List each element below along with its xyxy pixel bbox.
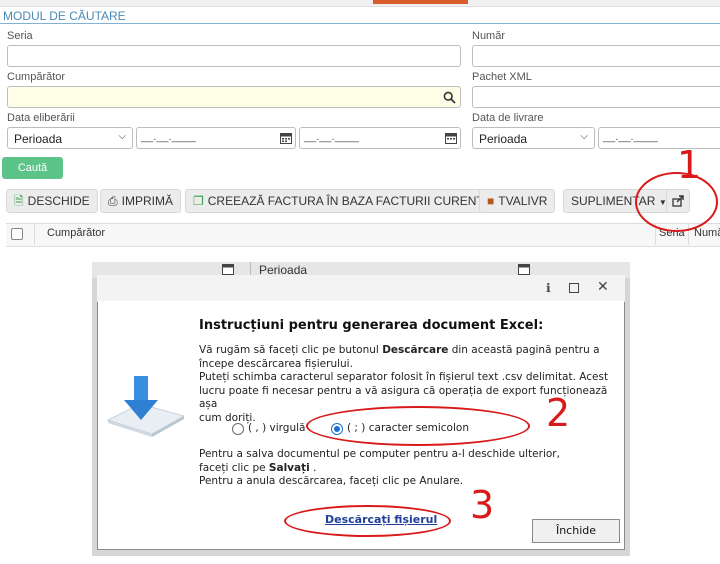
table-header — [6, 223, 720, 247]
excel-download-icon — [106, 376, 186, 437]
dialog-paragraph-3: Pentru a salva documentul pe computer pe… — [199, 448, 609, 489]
column-cumparator[interactable]: Cumpărător — [47, 227, 105, 239]
date-to-input[interactable]: __.__.____ — [299, 127, 461, 149]
top-bar — [0, 0, 720, 7]
column-numar[interactable]: Numă — [694, 227, 720, 239]
radio-comma[interactable] — [232, 423, 244, 435]
dialog-title: Instrucțiuni pentru generarea document E… — [199, 318, 544, 333]
deschide-button[interactable]: 🗎 DESCHIDE — [6, 189, 98, 213]
search-button[interactable]: Caută — [2, 157, 63, 179]
tvalivr-button[interactable]: ■ TVALIVR — [479, 189, 556, 213]
p3-text-1: Pentru a salva documentul pe computer pe… — [199, 448, 560, 460]
seria-input[interactable] — [7, 45, 461, 67]
date-from-placeholder: __.__.____ — [141, 131, 197, 143]
pachet-input[interactable] — [472, 86, 720, 108]
active-tab-indicator — [373, 0, 468, 4]
deschide-label: DESCHIDE — [27, 194, 90, 208]
column-divider — [34, 223, 35, 245]
p3-text-2: faceți clic pe — [199, 461, 269, 474]
chevron-down-icon: ⌵ — [118, 131, 126, 142]
close-icon[interactable]: ✕ — [597, 279, 609, 295]
numar-label: Număr — [472, 30, 506, 42]
p1-text-end: din această pagină pentru a — [448, 344, 600, 356]
radio-comma-label[interactable]: ( , ) virgulă — [248, 422, 305, 434]
pachet-label: Pachet XML — [472, 71, 532, 83]
chevron-down-icon: ⌵ — [580, 131, 588, 142]
perioada-value: Perioada — [14, 132, 63, 146]
p1-text-2: începe descărcarea fișierului. — [199, 357, 353, 370]
search-icon[interactable] — [443, 91, 456, 104]
cumparator-label: Cumpărător — [7, 71, 66, 83]
truck-icon: ■ — [487, 194, 495, 208]
perioada-select[interactable]: Perioada ⌵ — [7, 127, 133, 149]
select-all-checkbox[interactable] — [11, 228, 23, 240]
annotation-number-3: 3 — [470, 483, 495, 527]
livrare-perioada-value: Perioada — [479, 132, 528, 146]
numar-input[interactable] — [472, 45, 720, 67]
p1-bold: Descărcare — [382, 344, 449, 356]
date-from-input[interactable]: __.__.____ — [136, 127, 296, 149]
imprima-label: IMPRIMĂ — [121, 194, 173, 208]
close-dialog-button[interactable]: Închide — [532, 519, 620, 543]
maximize-icon[interactable] — [569, 283, 579, 293]
livrare-date-placeholder: __.__.____ — [603, 131, 659, 143]
p3-text-end: . — [309, 461, 317, 474]
p1-text: Vă rugăm să faceți clic pe butonul — [199, 344, 383, 356]
data-eliberarii-label: Data eliberării — [7, 112, 75, 124]
info-icon[interactable]: ℹ — [546, 281, 551, 295]
cumparator-input[interactable] — [7, 86, 461, 108]
file-icon: 🗎 — [14, 194, 24, 208]
p4-text: Pentru a anula descărcarea, faceți clic … — [199, 475, 464, 487]
creeaza-factura-button[interactable]: ❐ CREEAZĂ FACTURA ÎN BAZA FACTURII CURENT… — [185, 189, 500, 213]
livrare-date-input[interactable]: __.__.____ — [598, 127, 720, 149]
calendar-icon[interactable] — [445, 132, 457, 144]
p2-text-1: Puteți schimba caracterul separator folo… — [199, 371, 609, 383]
imprima-button[interactable]: ⎙ IMPRIMĂ — [100, 189, 181, 213]
tvalivr-label: TVALIVR — [498, 194, 548, 208]
date-to-placeholder: __.__.____ — [304, 131, 360, 143]
creeaza-label: CREEAZĂ FACTURA ÎN BAZA FACTURII CURENTE — [207, 194, 492, 208]
annotation-ellipse-3 — [284, 505, 451, 537]
annotation-number-2: 2 — [546, 391, 571, 435]
annotation-ellipse-1 — [635, 172, 718, 232]
print-icon: ⎙ — [108, 194, 118, 208]
copy-icon: ❐ — [193, 194, 204, 208]
module-title: MODUL DE CĂUTARE — [3, 9, 126, 23]
livrare-perioada-select[interactable]: Perioada ⌵ — [472, 127, 595, 149]
calendar-icon[interactable] — [280, 132, 292, 144]
annotation-ellipse-2 — [306, 406, 530, 446]
seria-label: Seria — [7, 30, 33, 42]
data-livrare-label: Data de livrare — [472, 112, 544, 124]
module-divider — [0, 23, 720, 24]
p3-bold: Salvați — [268, 461, 310, 474]
